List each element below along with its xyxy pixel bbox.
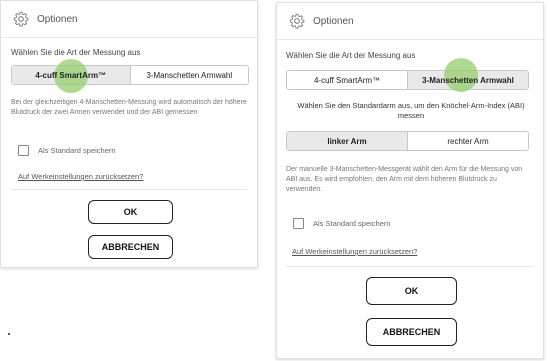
option-3-cuff-arm-select[interactable]: 3-Manschetten Armwahl xyxy=(129,66,249,84)
gear-icon xyxy=(13,11,29,27)
save-default-label: Als Standard speichern xyxy=(313,219,391,228)
ok-button[interactable]: OK xyxy=(366,277,457,305)
option-3-cuff-arm-select[interactable]: 3-Manschetten Armwahl xyxy=(407,58,528,92)
save-default-checkbox[interactable] xyxy=(18,145,29,156)
reset-defaults-link[interactable]: Auf Werkeinstellungen zurücksetzen? xyxy=(18,172,143,181)
measurement-description: Der manuelle 3-Manschetten-Messgerät wäh… xyxy=(286,166,523,193)
dialog-title: Optionen xyxy=(37,13,78,25)
option-label: 3-Manschetten Armwahl xyxy=(422,75,514,85)
option-label: 4-cuff SmartArm™ xyxy=(35,70,107,80)
cancel-button[interactable]: ABBRECHEN xyxy=(366,318,457,346)
cancel-button[interactable]: ABBRECHEN xyxy=(88,235,173,259)
option-left-arm[interactable]: linker Arm xyxy=(287,132,407,150)
measurement-type-selector: 4-cuff SmartArm™ 3-Manschetten Armwahl xyxy=(286,58,529,92)
ok-button[interactable]: OK xyxy=(88,200,173,224)
option-4-cuff-smartarm[interactable]: 4-cuff SmartArm™ xyxy=(287,71,407,89)
options-dialog-left: Optionen Wählen Sie die Art der Messung … xyxy=(0,0,258,268)
arm-selection-prompt: Wählen Sie den Standardarm aus, um den K… xyxy=(297,101,525,120)
divider xyxy=(286,266,534,267)
measurement-description: Bei der gleichzeitigen 4-Manschetten-Mes… xyxy=(11,99,247,116)
reset-defaults-link[interactable]: Auf Werkeinstellungen zurücksetzen? xyxy=(292,247,417,256)
option-label: rechter Arm xyxy=(447,136,489,146)
divider xyxy=(11,189,247,190)
option-label: 4-cuff SmartArm™ xyxy=(313,75,381,85)
artifact-dot xyxy=(8,333,10,335)
option-label: 3-Manschetten Armwahl xyxy=(146,70,233,80)
arm-selector: linker Arm rechter Arm xyxy=(286,131,529,151)
save-default-checkbox[interactable] xyxy=(293,218,304,229)
dialog-title: Optionen xyxy=(313,15,354,27)
option-right-arm[interactable]: rechter Arm xyxy=(407,132,528,150)
save-default-label: Als Standard speichern xyxy=(38,146,116,155)
options-dialog-right: Optionen Wählen Sie die Art der Messung … xyxy=(276,2,544,359)
dialog-title-bar: Optionen xyxy=(1,1,257,38)
measurement-type-selector: 4-cuff SmartArm™ 3-Manschetten Armwahl xyxy=(11,59,249,93)
option-4-cuff-smartarm[interactable]: 4-cuff SmartArm™ xyxy=(12,59,130,93)
dialog-title-bar: Optionen xyxy=(277,3,543,40)
measurement-type-prompt: Wählen Sie die Art der Messung aus xyxy=(11,48,141,57)
save-default-row[interactable]: Als Standard speichern xyxy=(18,145,116,156)
measurement-type-prompt: Wählen Sie die Art der Messung aus xyxy=(286,51,416,60)
option-label: linker Arm xyxy=(327,136,367,146)
gear-icon xyxy=(289,13,305,29)
save-default-row[interactable]: Als Standard speichern xyxy=(293,218,391,229)
